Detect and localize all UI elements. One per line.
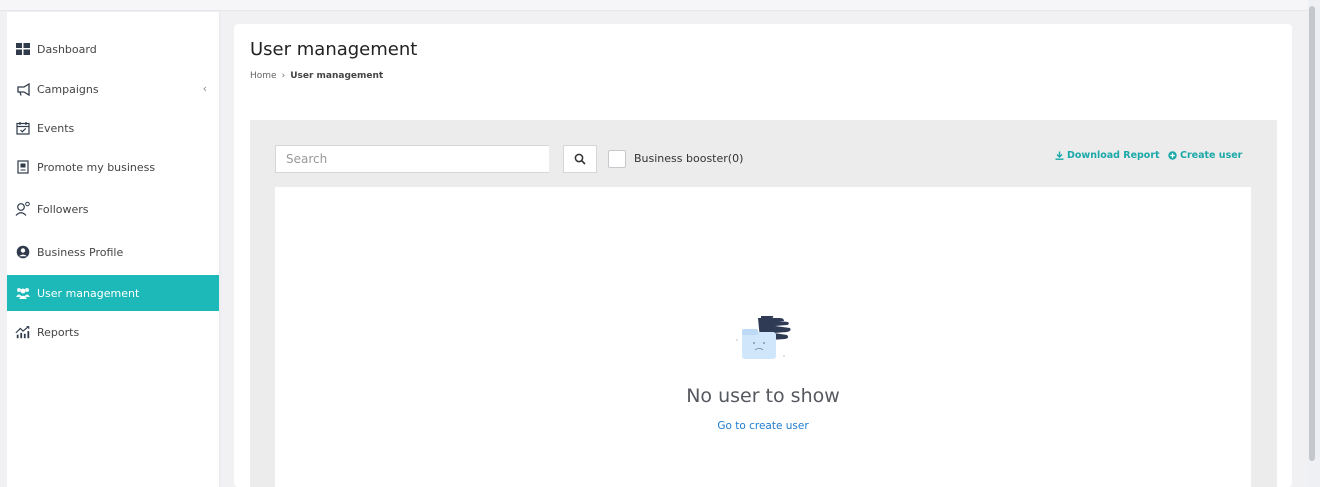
sidebar-item-label: Events <box>37 121 75 135</box>
search-icon <box>574 150 586 169</box>
sidebar-item-label: Reports <box>37 325 80 339</box>
plus-circle-icon <box>1168 151 1177 160</box>
breadcrumb-separator: › <box>281 71 286 81</box>
sidebar-item-campaigns[interactable]: Campaigns ‹ <box>7 71 219 107</box>
go-to-create-user-link[interactable]: Go to create user <box>275 420 1251 432</box>
dashboard-grid-icon <box>15 41 31 57</box>
sidebar-item-label: Promote my business <box>37 160 156 174</box>
sidebar-item-promote-my-business[interactable]: Promote my business <box>7 149 219 185</box>
sidebar-item-dashboard[interactable]: Dashboard <box>7 31 219 67</box>
users-icon <box>15 285 31 301</box>
page-title: User management <box>250 39 418 60</box>
sidebar-item-label: Campaigns <box>37 82 99 96</box>
megaphone-icon <box>15 81 31 97</box>
sidebar-item-followers[interactable]: Followers <box>7 191 219 227</box>
sidebar-item-events[interactable]: Events <box>7 110 219 146</box>
sidebar-item-label: Dashboard <box>37 42 97 56</box>
followers-icon <box>15 201 31 217</box>
sidebar-item-user-management[interactable]: User management <box>7 275 219 311</box>
sidebar-item-reports[interactable]: Reports <box>7 314 219 350</box>
breadcrumb-current: User management <box>290 71 384 81</box>
top-bar <box>0 0 1320 11</box>
breadcrumb-home-link[interactable]: Home <box>250 71 277 81</box>
business-booster-checkbox[interactable] <box>608 150 626 168</box>
search-button[interactable] <box>563 145 597 173</box>
main-card: User management Home › User management B… <box>234 24 1292 487</box>
scrollbar-thumb[interactable] <box>1309 6 1315 461</box>
sidebar-item-business-profile[interactable]: Business Profile <box>7 234 219 270</box>
sidebar-item-label: Followers <box>37 202 89 216</box>
download-icon <box>1055 151 1064 160</box>
chevron-left-icon[interactable]: ‹ <box>203 82 207 95</box>
business-booster-label: Business booster(0) <box>634 152 744 165</box>
users-panel: Business booster(0) Download Report Crea… <box>250 120 1277 487</box>
empty-folder-illustration <box>736 316 791 359</box>
create-user-link[interactable]: Create user <box>1168 150 1242 161</box>
download-report-link[interactable]: Download Report <box>1055 150 1160 161</box>
search-input[interactable] <box>275 145 549 173</box>
document-icon <box>15 159 31 175</box>
sidebar-item-label: User management <box>37 286 140 300</box>
calendar-check-icon <box>15 120 31 136</box>
empty-state-title: No user to show <box>686 385 840 407</box>
reports-chart-icon <box>15 324 31 340</box>
breadcrumb: Home › User management <box>250 71 383 81</box>
sidebar: Dashboard Campaigns ‹ Events Promote my … <box>7 12 219 487</box>
user-list-area: No user to show Go to create user <box>275 187 1251 487</box>
sidebar-item-label: Business Profile <box>37 245 124 259</box>
profile-circle-icon <box>15 244 31 260</box>
